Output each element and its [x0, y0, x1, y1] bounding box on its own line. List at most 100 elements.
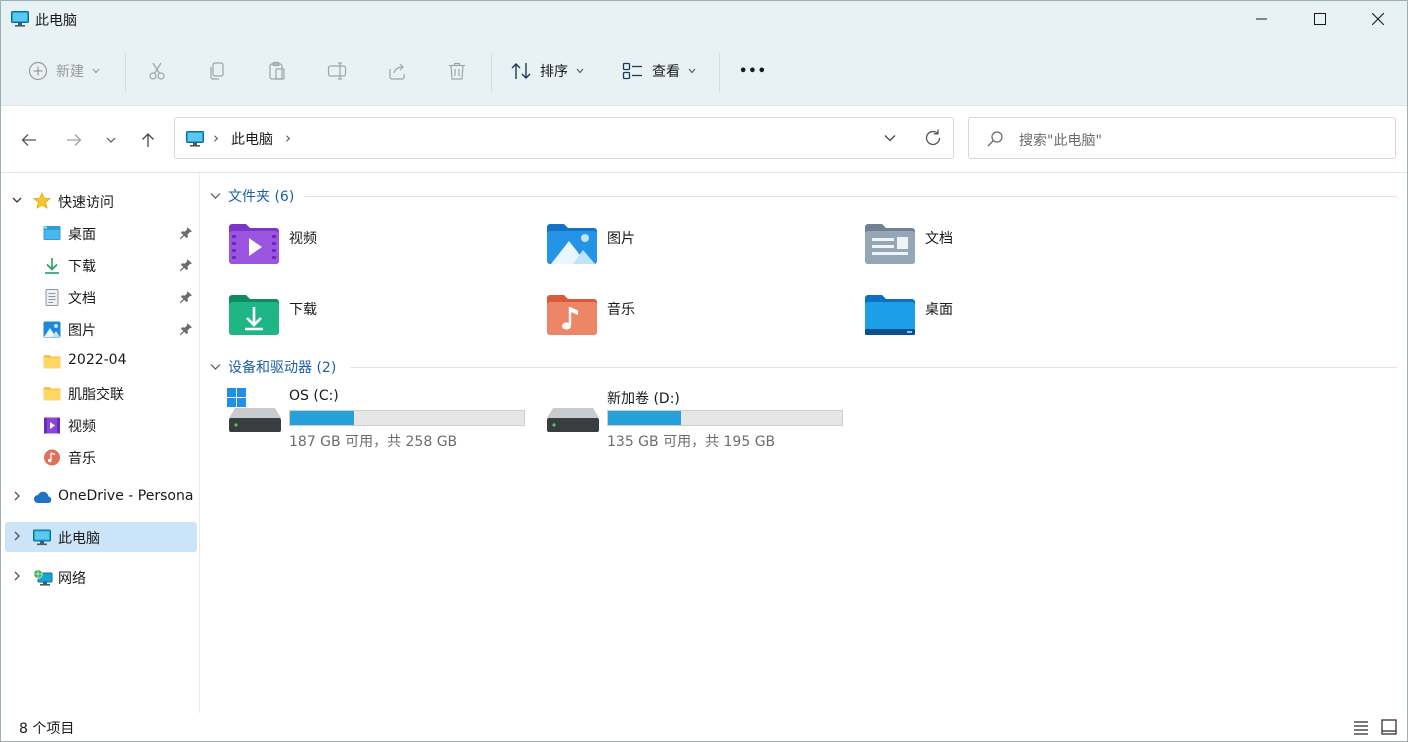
drive-usage-fill: [290, 411, 355, 425]
sidebar-item-label: 下载: [68, 259, 96, 275]
cut-button[interactable]: [147, 53, 167, 89]
this-pc-icon: [186, 131, 204, 147]
pin-icon[interactable]: [179, 258, 193, 272]
chevron-right-icon[interactable]: [11, 490, 23, 502]
more-button[interactable]: •••: [739, 53, 767, 89]
details-view-icon[interactable]: [1353, 719, 1369, 735]
new-label: 新建: [56, 64, 84, 80]
group-header-label: 文件夹 (6): [228, 189, 295, 205]
sidebar-item-folder-2[interactable]: 肌脂交联: [5, 378, 197, 408]
sidebar-item-pictures[interactable]: 图片: [5, 314, 197, 344]
trash-icon: [449, 62, 465, 80]
folder-icon: [43, 355, 61, 369]
refresh-icon[interactable]: [923, 128, 943, 148]
pin-icon[interactable]: [179, 322, 193, 336]
chevron-down-icon: [688, 68, 696, 74]
sidebar-item-label: 快速访问: [58, 195, 114, 211]
windows-drive-icon: [227, 388, 281, 432]
toolbar-separator: [125, 53, 126, 93]
breadcrumb-separator[interactable]: ›: [213, 129, 219, 147]
status-bar: 8 个项目: [1, 713, 1407, 741]
forward-button[interactable]: [62, 128, 86, 152]
documents-folder-icon: [865, 224, 915, 264]
group-header-drives[interactable]: 设备和驱动器 (2): [210, 356, 336, 378]
minimize-icon: [1256, 18, 1267, 20]
sidebar-item-this-pc[interactable]: 此电脑: [5, 522, 197, 552]
folder-tile-pictures[interactable]: 图片: [545, 221, 845, 281]
sort-button[interactable]: 排序: [510, 53, 584, 89]
copy-icon: [210, 62, 224, 80]
pin-icon[interactable]: [179, 290, 193, 304]
search-icon: [987, 131, 1003, 147]
chevron-down-icon[interactable]: [883, 131, 897, 145]
chevron-down-icon: [106, 137, 116, 143]
folder-tile-documents[interactable]: 文档: [863, 221, 1163, 281]
sidebar-item-folder-2022-04[interactable]: 2022-04: [5, 346, 197, 376]
view-button[interactable]: 查看: [622, 53, 696, 89]
sort-label: 排序: [540, 64, 568, 80]
back-button[interactable]: [17, 128, 41, 152]
sidebar-item-music[interactable]: 音乐: [5, 442, 197, 472]
chevron-right-icon[interactable]: [11, 530, 23, 542]
sidebar-item-downloads[interactable]: 下载: [5, 250, 197, 280]
group-divider: [304, 196, 1397, 197]
up-button[interactable]: [136, 128, 160, 152]
title-bar[interactable]: 此电脑: [1, 1, 1407, 37]
sidebar-item-videos[interactable]: 视频: [5, 410, 197, 440]
chevron-down-icon: [210, 364, 221, 370]
share-button[interactable]: [387, 53, 407, 89]
chevron-down-icon: [92, 68, 100, 74]
folder-tile-videos[interactable]: 视频: [227, 221, 527, 281]
sidebar-item-onedrive[interactable]: OneDrive - Persona: [5, 482, 197, 512]
group-header-folders[interactable]: 文件夹 (6): [210, 185, 294, 207]
folder-tile-music[interactable]: 音乐: [545, 292, 845, 352]
sidebar-item-documents[interactable]: 文档: [5, 282, 197, 312]
chevron-down-icon: [576, 68, 584, 74]
folder-name: 下载: [289, 302, 317, 318]
drive-tile-d[interactable]: 新加卷 (D:) 135 GB 可用，共 195 GB: [545, 388, 845, 450]
search-placeholder: 搜索"此电脑": [1019, 133, 1102, 149]
maximize-button[interactable]: [1291, 1, 1349, 37]
new-button[interactable]: 新建: [28, 53, 100, 89]
share-icon: [389, 63, 405, 80]
rename-button[interactable]: [327, 53, 347, 89]
breadcrumb-this-pc[interactable]: 此电脑: [231, 129, 273, 149]
music-folder-icon: [547, 295, 597, 335]
sidebar-item-label: 肌脂交联: [68, 387, 124, 403]
navigation-bar: › 此电脑 › 搜索"此电脑": [1, 106, 1407, 173]
folder-tile-desktop[interactable]: 桌面: [863, 292, 1163, 352]
delete-button[interactable]: [447, 53, 467, 89]
minimize-button[interactable]: [1233, 1, 1291, 37]
drive-tile-c[interactable]: OS (C:) 187 GB 可用，共 258 GB: [227, 388, 527, 450]
sidebar-item-label: 文档: [68, 291, 96, 307]
sidebar-item-quick-access[interactable]: 快速访问: [5, 186, 197, 216]
download-icon: [45, 258, 59, 274]
header-area: 此电脑 新建 排序 查看 •••: [1, 1, 1407, 106]
address-bar[interactable]: › 此电脑 ›: [174, 117, 954, 159]
folder-tile-downloads[interactable]: 下载: [227, 292, 527, 352]
tiles-view-icon[interactable]: [1381, 719, 1397, 735]
item-count: 8 个项目: [19, 721, 75, 737]
search-box[interactable]: 搜索"此电脑": [968, 117, 1396, 159]
close-button[interactable]: [1349, 1, 1407, 37]
content-pane: 文件夹 (6) 视频 图片 文档 下载 音乐 桌面 设备和驱动器 (2) OS …: [200, 173, 1407, 713]
paste-button[interactable]: [267, 53, 287, 89]
forward-arrow-icon: [67, 134, 82, 146]
sidebar-item-label: 此电脑: [58, 531, 100, 547]
folder-name: 音乐: [607, 302, 635, 318]
recent-locations-button[interactable]: [99, 128, 123, 152]
music-icon: [44, 449, 60, 466]
onedrive-cloud-icon: [34, 491, 52, 503]
drive-name: OS (C:): [289, 388, 339, 404]
breadcrumb-separator[interactable]: ›: [285, 129, 291, 147]
chevron-right-icon[interactable]: [11, 570, 23, 582]
videos-folder-icon: [229, 224, 279, 264]
sidebar-item-desktop[interactable]: 桌面: [5, 218, 197, 248]
pin-icon[interactable]: [179, 226, 193, 240]
copy-button[interactable]: [207, 53, 227, 89]
chevron-down-icon[interactable]: [11, 194, 23, 206]
sidebar-item-network[interactable]: 网络: [5, 562, 197, 592]
drive-space-info: 135 GB 可用，共 195 GB: [607, 434, 776, 450]
sort-icon: [511, 63, 531, 79]
cut-icon: [149, 62, 165, 80]
